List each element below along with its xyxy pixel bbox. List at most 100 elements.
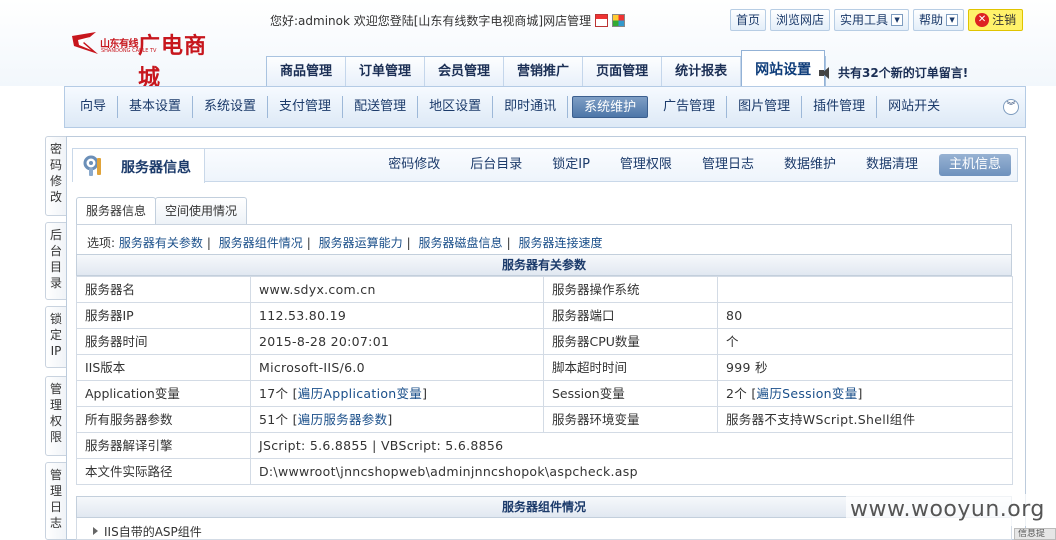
order-notice[interactable]: 共有32个新的订单留言! — [818, 64, 968, 81]
param-label: Session变量 — [543, 380, 718, 407]
watermark: www.wooyun.org — [846, 494, 1056, 526]
tools-menu[interactable]: 实用工具 ▼ — [834, 9, 910, 31]
link-logs[interactable]: 管理日志 — [687, 154, 769, 176]
link-data-maintenance[interactable]: 数据维护 — [769, 154, 851, 176]
subnav-delivery[interactable]: 配送管理 — [343, 96, 419, 118]
subnav-system-settings[interactable]: 系统设置 — [193, 96, 269, 118]
logo[interactable]: 山东有线 SHANDONG CABLE TV 广电商城 — [70, 26, 220, 91]
link-data-cleanup[interactable]: 数据清理 — [851, 154, 933, 176]
tab-products[interactable]: 商品管理 — [267, 57, 347, 87]
close-icon: ✕ — [975, 13, 990, 27]
bracket-text: ] — [422, 386, 428, 401]
subnav-im[interactable]: 即时通讯 — [493, 96, 569, 118]
logout-button[interactable]: ✕ 注销 — [968, 9, 1024, 31]
option-server-components[interactable]: 服务器组件情况 — [219, 236, 303, 250]
home-link[interactable]: 首页 — [730, 9, 767, 31]
corner-tab[interactable]: 信息提 — [1014, 528, 1056, 540]
subnav-payment[interactable]: 支付管理 — [268, 96, 344, 118]
side-tab-admin-dir[interactable]: 后台目录 — [45, 222, 67, 300]
enumerate-server-params-link[interactable]: 遍历服务器参数 — [298, 412, 388, 427]
param-label: IIS版本 — [76, 354, 251, 381]
server-params-heading: 服务器有关参数 — [76, 254, 1012, 276]
subnav-plugins[interactable]: 插件管理 — [802, 96, 878, 118]
side-tab-logs[interactable]: 管理日志 — [45, 462, 67, 540]
link-admin-dir[interactable]: 后台目录 — [455, 154, 537, 176]
link-host-info[interactable]: 主机信息 — [938, 154, 1011, 176]
browse-shop-label: 浏览网店 — [776, 13, 825, 27]
components-row-label: IIS自带的ASP组件 — [104, 525, 202, 539]
subnav-wizard[interactable]: 向导 — [69, 96, 119, 118]
side-tab-lock-ip[interactable]: 锁定IP — [45, 306, 67, 368]
side-tab-permissions[interactable]: 管理权限 — [45, 376, 67, 456]
enumerate-application-link[interactable]: 遍历Application变量 — [298, 386, 422, 401]
bracket-text: ] — [387, 412, 393, 427]
tab-pages[interactable]: 页面管理 — [583, 57, 663, 87]
param-label: 服务器时间 — [76, 328, 251, 355]
param-label: 服务器端口 — [543, 302, 718, 329]
option-server-speed[interactable]: 服务器连接速度 — [518, 236, 602, 250]
link-lock-ip[interactable]: 锁定IP — [537, 154, 605, 176]
subnav-maintenance[interactable]: 系统维护 — [572, 96, 649, 118]
options-row: 选项: 服务器有关参数 | 服务器组件情况 | 服务器运算能力 | 服务器磁盘信息 | … — [76, 224, 1012, 254]
tab-orders[interactable]: 订单管理 — [346, 57, 426, 87]
param-label: 服务器操作系统 — [543, 276, 718, 303]
table-row: 服务器IP 112.53.80.19 服务器端口 80 — [76, 302, 1013, 329]
browse-shop-link[interactable]: 浏览网店 — [770, 9, 831, 31]
tab-reports[interactable]: 统计报表 — [662, 57, 742, 87]
option-server-disk[interactable]: 服务器磁盘信息 — [419, 236, 503, 250]
subnav-ads[interactable]: 广告管理 — [652, 96, 728, 118]
side-tab-password[interactable]: 密码修改 — [45, 136, 67, 216]
logo-mark-icon — [72, 32, 98, 54]
param-value: 51个 [遍历服务器参数] — [250, 406, 544, 433]
main-tabs: 商品管理 订单管理 会员管理 营销推广 页面管理 统计报表 网站设置 — [266, 50, 827, 87]
tab-members[interactable]: 会员管理 — [425, 57, 505, 87]
subnav-images[interactable]: 图片管理 — [727, 96, 803, 118]
enumerate-session-link[interactable]: 遍历Session变量 — [757, 386, 858, 401]
tab-marketing[interactable]: 营销推广 — [504, 57, 584, 87]
option-server-params[interactable]: 服务器有关参数 — [119, 236, 203, 250]
table-row: 服务器名 www.sdyx.com.cn 服务器操作系统 — [76, 276, 1013, 303]
sub-nav: 向导 基本设置 系统设置 支付管理 配送管理 地区设置 即时通讯 系统维护 广告… — [64, 86, 1026, 128]
section-title-box: 服务器信息 — [73, 149, 205, 183]
param-value: 80 — [717, 302, 1013, 329]
param-value: 17个 [遍历Application变量] — [250, 380, 544, 407]
tab-site-settings[interactable]: 网站设置 — [741, 50, 826, 87]
home-link-label: 首页 — [736, 13, 761, 27]
speaker-icon — [818, 66, 834, 80]
subnav-basic-settings[interactable]: 基本设置 — [118, 96, 194, 118]
param-label: Application变量 — [76, 380, 251, 407]
tab-space-usage[interactable]: 空间使用情况 — [155, 197, 248, 224]
count-text: 2个 [ — [726, 386, 757, 401]
welcome-text: 您好:adminok 欢迎您登陆[山东有线数字电视商城]网店管理 — [270, 14, 592, 28]
section-title: 服务器信息 — [121, 160, 191, 176]
top-links: 首页 浏览网店 实用工具 ▼ 帮助 ▼ ✕ 注销 — [730, 9, 1024, 31]
param-value: 112.53.80.19 — [250, 302, 544, 329]
option-server-compute[interactable]: 服务器运算能力 — [319, 236, 403, 250]
param-label: 服务器环境变量 — [543, 406, 718, 433]
welcome-message: 您好:adminok 欢迎您登陆[山东有线数字电视商城]网店管理 — [270, 12, 626, 29]
link-password[interactable]: 密码修改 — [373, 154, 455, 176]
bracket-text: ] — [857, 386, 863, 401]
collapse-icon[interactable]: ︾ — [1003, 99, 1019, 115]
options-label: 选项: — [87, 236, 116, 250]
param-value: 个 — [717, 328, 1013, 355]
logo-title: 广电商城 — [138, 34, 208, 91]
table-row: 所有服务器参数 51个 [遍历服务器参数] 服务器环境变量 服务器不支持WScr… — [76, 406, 1013, 433]
app-grid-icon[interactable] — [612, 14, 626, 27]
table-row: 服务器解译引擎 JScript: 5.6.8855 | VBScript: 5.… — [76, 432, 1013, 459]
logout-label: 注销 — [992, 13, 1017, 27]
chevron-down-icon: ▼ — [946, 14, 959, 26]
subnav-site-switch[interactable]: 网站开关 — [877, 96, 951, 118]
link-permissions[interactable]: 管理权限 — [605, 154, 687, 176]
calendar-icon[interactable] — [595, 14, 609, 27]
subnav-region[interactable]: 地区设置 — [418, 96, 494, 118]
table-row: 本文件实际路径 D:\wwwroot\jnncshopweb\adminjnnc… — [76, 458, 1013, 485]
param-value — [717, 276, 1013, 303]
tab-server-info[interactable]: 服务器信息 — [76, 197, 157, 225]
header: 山东有线 SHANDONG CABLE TV 广电商城 您好:adminok 欢… — [0, 0, 1056, 91]
expand-triangle-icon — [93, 527, 98, 535]
sub-nav-items: 向导 基本设置 系统设置 支付管理 配送管理 地区设置 即时通讯 系统维护 广告… — [69, 96, 951, 118]
count-text: 51个 [ — [259, 412, 298, 427]
param-label: 所有服务器参数 — [76, 406, 251, 433]
help-menu[interactable]: 帮助 ▼ — [913, 9, 965, 31]
